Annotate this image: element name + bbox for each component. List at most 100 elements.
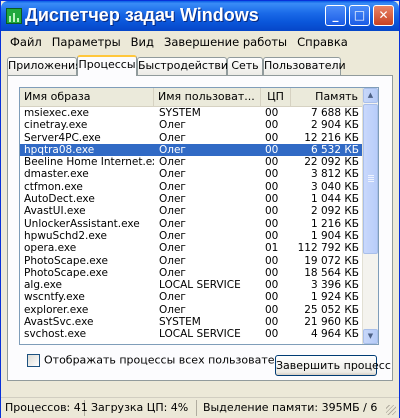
cpu-cell: 00	[265, 291, 279, 304]
table-row[interactable]: svchost.exe LOCAL SERVICE 00 4 964 КБ	[20, 328, 363, 340]
user-name-cell: Олег	[159, 254, 186, 267]
table-row[interactable]: Server4PC.exe Олег 00 12 216 КБ	[20, 132, 363, 144]
process-name-cell: dmaster.exe	[24, 168, 89, 181]
memory-cell: 18 564 КБ	[304, 266, 359, 279]
user-name-cell: Олег	[159, 168, 186, 181]
memory-cell: 22 092 КБ	[304, 156, 359, 169]
status-bar: Процессов: 41 Загрузка ЦП: 4% Выделение …	[1, 397, 399, 418]
memory-cell: 6 532 КБ	[310, 143, 359, 156]
table-row[interactable]: hpwuSchd2.exe Олег 00 1 904 КБ	[20, 230, 363, 242]
column-cpu[interactable]: ЦП	[261, 88, 291, 106]
memory-cell: 4 964 КБ	[310, 328, 359, 341]
cpu-cell: 00	[265, 168, 279, 181]
table-row[interactable]: AvastUI.exe Олег 00 2 092 КБ	[20, 205, 363, 217]
column-image-name[interactable]: Имя образа	[20, 88, 154, 106]
process-name-cell: PhotoScape.exe	[24, 266, 108, 279]
memory-cell: 112 792 КБ	[297, 242, 359, 255]
cpu-cell: 00	[265, 205, 279, 218]
table-row[interactable]: UnlockerAssistant.exe Олег 00 1 216 КБ	[20, 218, 363, 230]
table-row[interactable]: ctfmon.exe Олег 00 3 040 КБ	[20, 181, 363, 193]
scroll-down-button[interactable]: ▼	[363, 329, 378, 344]
tab-network[interactable]: Сеть	[227, 57, 263, 75]
maximize-button[interactable]: □	[349, 5, 370, 26]
process-name-cell: svchost.exe	[24, 328, 87, 341]
table-row[interactable]: AvastSvc.exe SYSTEM 00 21 960 КБ	[20, 316, 363, 328]
user-name-cell: SYSTEM	[159, 316, 201, 329]
user-name-cell: Олег	[159, 266, 186, 279]
cpu-cell: 00	[265, 131, 279, 144]
process-name-cell: PhotoScape.exe	[24, 254, 108, 267]
user-name-cell: Олег	[159, 193, 186, 206]
memory-cell: 21 960 КБ	[304, 316, 359, 329]
memory-cell: 19 072 КБ	[304, 254, 359, 267]
cpu-cell: 00	[265, 279, 279, 292]
column-user-name[interactable]: Имя пользоват...	[154, 88, 261, 106]
column-memory[interactable]: Память	[291, 88, 363, 106]
user-name-cell: Олег	[159, 291, 186, 304]
process-name-cell: msiexec.exe	[24, 107, 89, 119]
user-name-cell: Олег	[159, 303, 186, 316]
process-name-cell: Server4PC.exe	[24, 131, 101, 144]
process-name-cell: wscntfy.exe	[24, 291, 85, 304]
process-name-cell: AvastSvc.exe	[24, 316, 94, 329]
process-name-cell: cinetray.exe	[24, 119, 88, 132]
list-header: Имя образа Имя пользоват... ЦП Память	[20, 88, 363, 107]
title-bar[interactable]: Диспетчер задач Windows _ □ ✕	[1, 1, 399, 31]
memory-cell: 3 812 КБ	[310, 168, 359, 181]
close-button[interactable]: ✕	[373, 5, 394, 26]
table-row[interactable]: alg.exe LOCAL SERVICE 00 3 396 КБ	[20, 279, 363, 291]
cpu-cell: 00	[265, 107, 279, 119]
vertical-scrollbar[interactable]: ▲ ▼	[362, 88, 378, 344]
tab-users[interactable]: Пользователи	[263, 57, 346, 75]
memory-cell: 3 396 КБ	[310, 279, 359, 292]
end-process-button[interactable]: Завершить процесс	[275, 355, 391, 376]
process-name-cell: UnlockerAssistant.exe	[24, 217, 140, 230]
process-name-cell: hpwuSchd2.exe	[24, 229, 107, 242]
table-row[interactable]: hpqtra08.exe Олег 00 6 532 КБ	[20, 143, 363, 157]
task-manager-icon	[6, 8, 22, 24]
menu-options[interactable]: Параметры	[47, 33, 126, 51]
user-name-cell: Олег	[159, 242, 186, 255]
memory-cell: 12 216 КБ	[304, 131, 359, 144]
show-all-users-checkbox[interactable]	[27, 353, 40, 367]
scroll-thumb[interactable]	[363, 104, 378, 254]
memory-cell: 25 052 КБ	[304, 303, 359, 316]
process-list[interactable]: Имя образа Имя пользоват... ЦП Память ms…	[19, 87, 379, 345]
show-all-users-option[interactable]: Отображать процессы всех пользователей	[27, 353, 295, 367]
user-name-cell: Олег	[159, 229, 186, 242]
tab-performance[interactable]: Быстродействие	[137, 57, 235, 75]
cpu-cell: 00	[265, 328, 279, 341]
tab-applications[interactable]: Приложения	[7, 57, 82, 75]
table-row[interactable]: dmaster.exe Олег 00 3 812 КБ	[20, 168, 363, 180]
status-cpu-load: Загрузка ЦП: 4%	[87, 400, 197, 416]
table-row[interactable]: Beeline Home Internet.exe Олег 00 22 092 КБ	[20, 156, 363, 168]
user-name-cell: Олег	[159, 156, 186, 169]
cpu-cell: 00	[265, 229, 279, 242]
minimize-button[interactable]: _	[325, 5, 346, 26]
table-row[interactable]: msiexec.exe SYSTEM 00 7 688 КБ	[20, 107, 363, 119]
menu-bar: Файл Параметры Вид Завершение работы Справка	[5, 33, 353, 51]
memory-cell: 1 924 КБ	[310, 291, 359, 304]
table-row[interactable]: PhotoScape.exe Олег 00 19 072 КБ	[20, 255, 363, 267]
cpu-cell: 00	[265, 143, 279, 156]
table-row[interactable]: cinetray.exe Олег 00 2 904 КБ	[20, 119, 363, 131]
cpu-cell: 00	[265, 156, 279, 169]
menu-view[interactable]: Вид	[126, 33, 159, 51]
user-name-cell: Олег	[159, 143, 186, 156]
process-name-cell: alg.exe	[24, 279, 62, 292]
table-row[interactable]: explorer.exe Олег 00 25 052 КБ	[20, 304, 363, 316]
menu-help[interactable]: Справка	[292, 33, 353, 51]
cpu-cell: 00	[265, 193, 279, 206]
tab-processes[interactable]: Процессы	[77, 55, 137, 76]
menu-file[interactable]: Файл	[5, 33, 47, 51]
process-name-cell: ctfmon.exe	[24, 180, 83, 193]
menu-shutdown[interactable]: Завершение работы	[159, 33, 292, 51]
user-name-cell: Олег	[159, 180, 186, 193]
window-title: Диспетчер задач Windows	[25, 5, 259, 25]
resize-grip[interactable]	[386, 405, 396, 415]
scroll-up-button[interactable]: ▲	[363, 88, 378, 103]
table-row[interactable]: wscntfy.exe Олег 00 1 924 КБ	[20, 291, 363, 303]
table-row[interactable]: opera.exe Олег 01 112 792 КБ	[20, 242, 363, 254]
table-row[interactable]: PhotoScape.exe Олег 00 18 564 КБ	[20, 267, 363, 279]
table-row[interactable]: AutoDect.exe Олег 00 1 044 КБ	[20, 193, 363, 205]
